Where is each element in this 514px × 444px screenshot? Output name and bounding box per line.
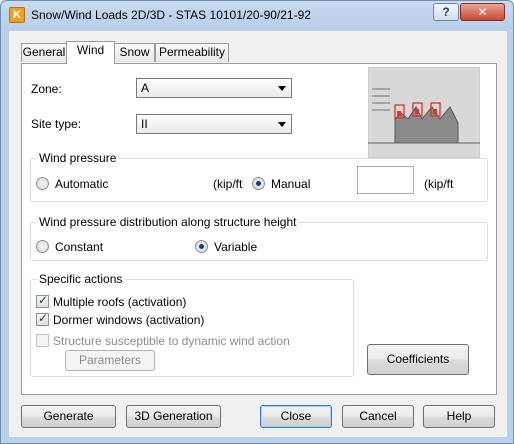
parameters-button[interactable]: Parameters [65, 350, 155, 371]
site-type-label: Site type: [31, 117, 82, 131]
manual-label: Manual [271, 177, 311, 191]
tab-wind[interactable]: Wind [66, 41, 115, 64]
title-help-button[interactable]: ? [433, 3, 459, 21]
multiple-roofs-checkbox[interactable]: ✓ [36, 293, 49, 308]
wind-pressure-title: Wind pressure [37, 151, 119, 165]
chevron-down-icon [278, 122, 286, 127]
dialog-client-area: General Wind Snow Permeability Zone: A S… [9, 31, 507, 437]
site-type-select[interactable]: II [136, 114, 292, 134]
chevron-down-icon [278, 86, 286, 91]
app-icon: K [9, 7, 25, 23]
checkmark-icon: ✓ [38, 293, 49, 307]
dormer-windows-checkbox[interactable]: ✓ [36, 311, 49, 326]
wind-tab-panel: Zone: A Site type: II Wind pressure Auto… [21, 63, 497, 395]
constant-radio[interactable] [36, 240, 49, 253]
automatic-unit-label: (kip/ft [213, 177, 243, 191]
manual-radio[interactable] [252, 177, 265, 190]
distribution-group: Wind pressure distribution along structu… [30, 215, 488, 261]
checkmark-icon: ✓ [38, 311, 49, 325]
variable-label: Variable [214, 240, 258, 254]
zone-label: Zone: [31, 82, 62, 96]
constant-label: Constant [55, 240, 104, 254]
specific-actions-group: Specific actions ✓ Multiple roofs (activ… [30, 272, 354, 377]
title-bar[interactable]: K Snow/Wind Loads 2D/3D - STAS 10101/20-… [1, 1, 513, 30]
zone-select-value: A [141, 81, 150, 95]
window-title: Snow/Wind Loads 2D/3D - STAS 10101/20-90… [31, 8, 311, 22]
3d-generation-button[interactable]: 3D Generation [126, 405, 221, 428]
tab-permeability[interactable]: Permeability [155, 43, 229, 62]
site-type-select-value: II [141, 117, 148, 131]
multiple-roofs-label: Multiple roofs (activation) [53, 295, 187, 309]
automatic-label: Automatic [55, 177, 109, 191]
help-button[interactable]: Help [423, 405, 495, 428]
tab-snow[interactable]: Snow [114, 43, 155, 62]
dormer-windows-label: Dormer windows (activation) [53, 313, 205, 327]
zone-select[interactable]: A [136, 78, 292, 98]
dynamic-action-checkbox[interactable] [36, 334, 49, 347]
manual-pressure-input[interactable] [357, 166, 414, 194]
tab-general[interactable]: General [21, 43, 67, 62]
dynamic-action-label: Structure susceptible to dynamic wind ac… [53, 334, 290, 348]
specific-actions-title: Specific actions [37, 272, 125, 286]
automatic-radio[interactable] [36, 177, 49, 190]
wind-pressure-group: Wind pressure Automatic (kip/ft Manual (… [30, 151, 488, 202]
cancel-button[interactable]: Cancel [342, 405, 414, 428]
title-close-button[interactable]: ✕ [460, 3, 505, 21]
coefficients-button[interactable]: Coefficients [367, 344, 469, 375]
dialog-window: K Snow/Wind Loads 2D/3D - STAS 10101/20-… [0, 0, 514, 444]
wind-structure-preview-icon [368, 67, 480, 158]
close-button[interactable]: Close [260, 405, 332, 428]
distribution-title: Wind pressure distribution along structu… [37, 215, 299, 229]
variable-radio[interactable] [195, 240, 208, 253]
generate-button[interactable]: Generate [21, 405, 116, 428]
manual-unit-label: (kip/ft [424, 177, 454, 191]
